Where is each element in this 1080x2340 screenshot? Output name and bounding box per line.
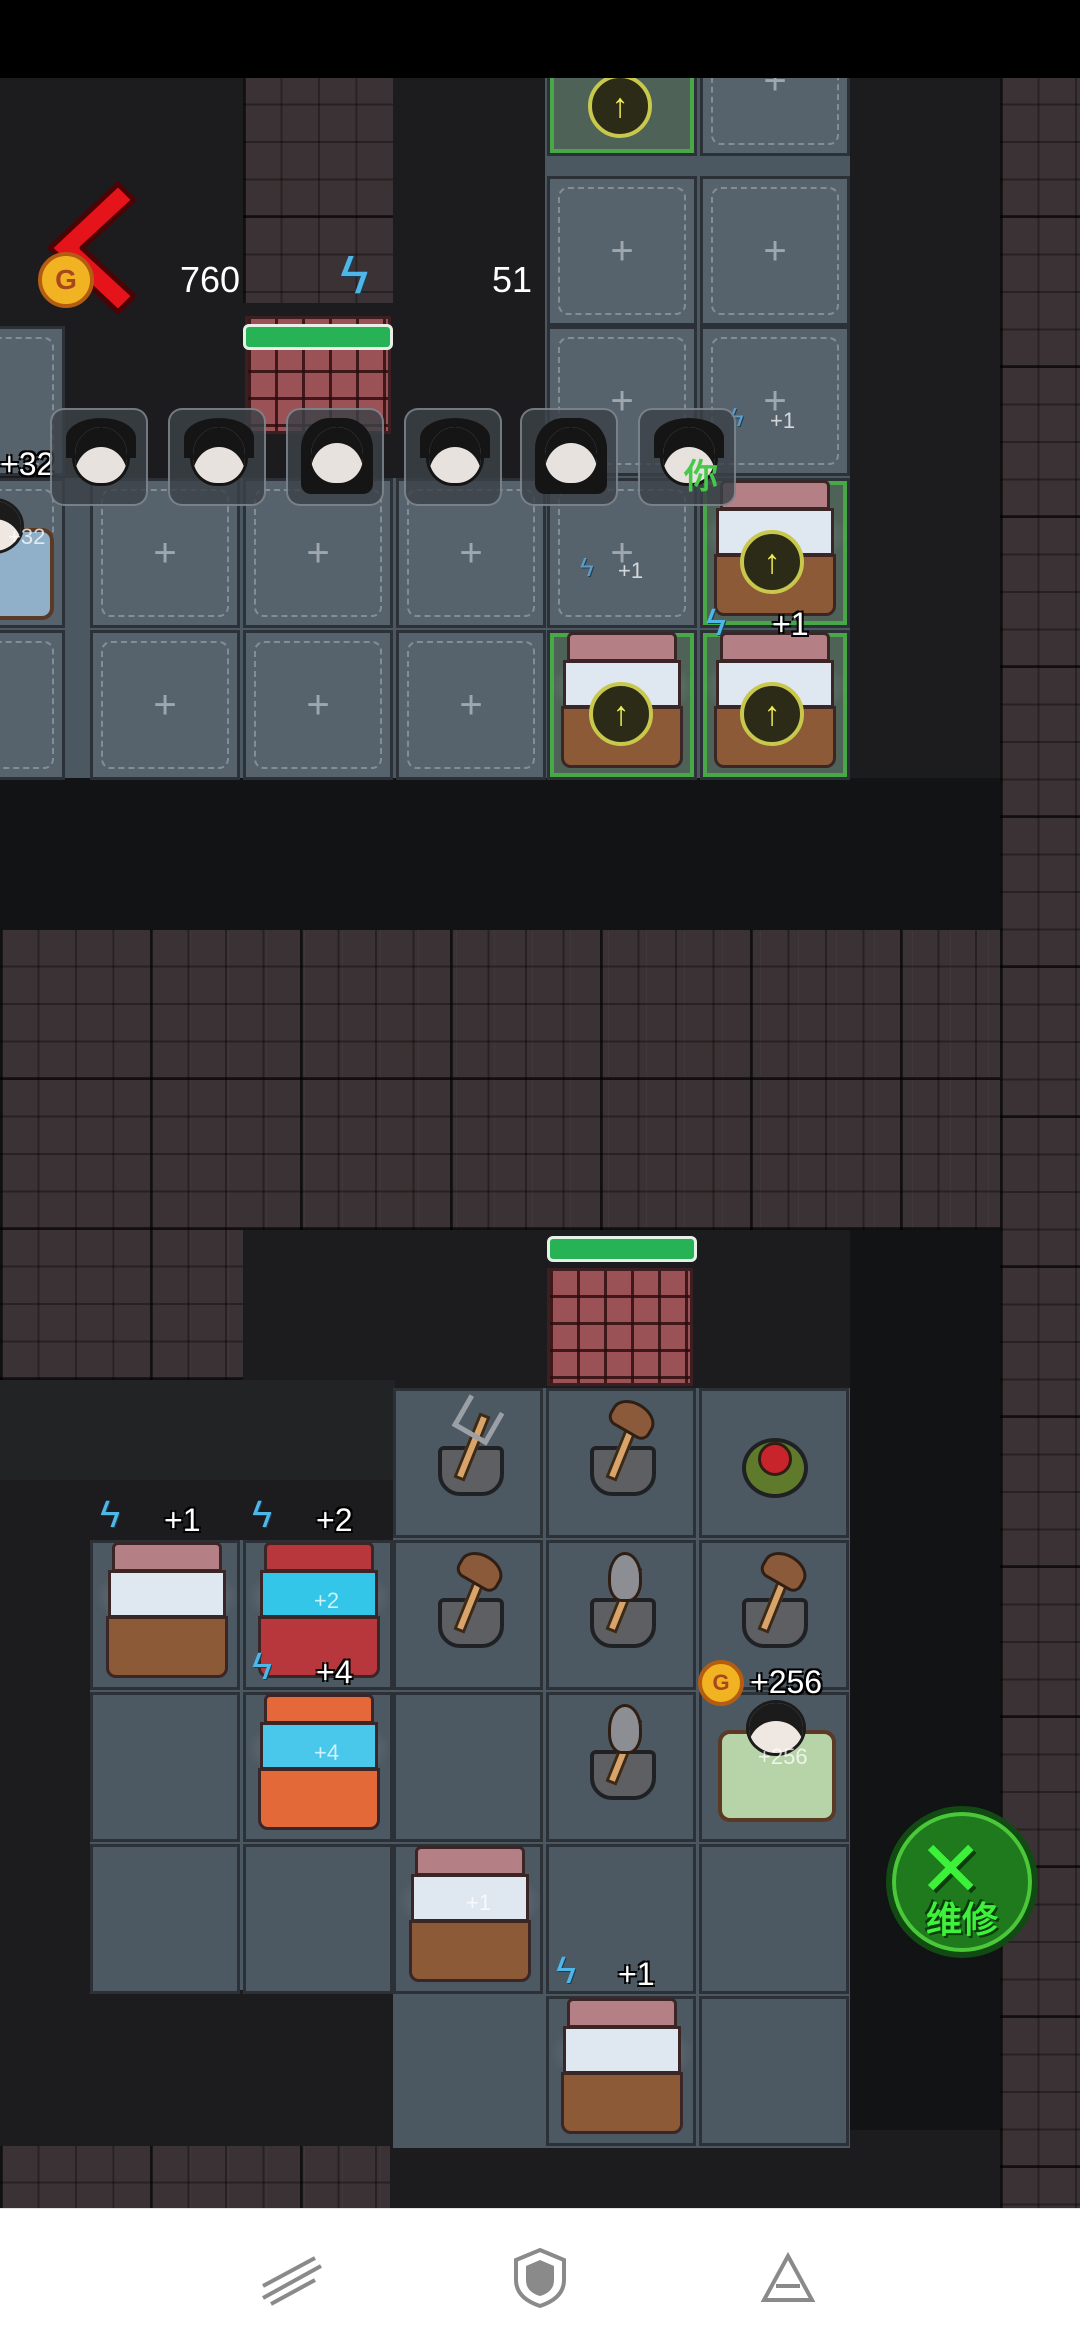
system-navigation-bar [0,2208,1080,2340]
slash-lines-icon [262,2256,322,2306]
coin-icon: G [38,252,94,308]
energy-gain-label: +1 [770,408,796,433]
broom-bucket-icon[interactable] [732,1544,818,1650]
shield-icon [514,2247,566,2309]
player-bed[interactable] [0,498,60,628]
energy-bolt-icon: ϟ [100,1494,121,1536]
energy-gain-label: +4 [314,1740,340,1765]
energy-counter: 51 [492,259,533,300]
energy-bolt-icon: ϟ [252,1646,273,1688]
door-health-bar [243,324,393,350]
empty-build-slot[interactable] [90,630,240,780]
floor-tile[interactable] [90,1692,240,1842]
energy-gain-label: +1 [164,1502,201,1538]
empty-build-slot[interactable] [396,630,546,780]
potion-flask-icon[interactable] [732,1408,818,1498]
repair-button[interactable]: ✕ 维修 [886,1806,1038,1958]
empty-build-slot[interactable] [0,630,65,780]
nav-back-button[interactable] [748,2243,828,2313]
coin-gain-label: +32 [8,524,46,549]
empty-build-slot[interactable] [700,78,850,156]
brick-wall-top-left [243,78,393,303]
energy-bolt-icon: ϟ [556,1950,577,1992]
broom-bucket-icon[interactable] [428,1544,514,1650]
lower-room-door[interactable] [547,1268,693,1386]
arcade-machine[interactable] [94,1542,240,1682]
energy-bolt-icon: ϟ [706,602,727,644]
energy-bolt-icon: ϟ [580,552,594,582]
arcade-machine[interactable] [549,1998,695,2138]
energy-gain-label: +1 [466,1890,492,1915]
energy-gain-label: +1 [618,558,644,583]
coin-gain-label: +256 [750,1664,823,1700]
upgrade-arrow-icon[interactable]: ↑ [740,682,804,746]
floor-tile[interactable] [243,1844,393,1994]
empty-build-slot[interactable] [243,630,393,780]
player-avatar[interactable] [286,408,384,506]
repair-label: 维修 [925,1899,998,1940]
coin-icon: G [698,1660,744,1706]
player-avatar-self[interactable]: 你 [638,408,736,506]
triangle-icon [760,2251,816,2302]
upgrade-arrow-icon[interactable]: ↑ [740,530,804,594]
player-avatar[interactable] [520,408,618,506]
coin-gain-label: +32 [0,446,55,482]
energy-gain-label: +2 [316,1502,353,1538]
nav-recents-button[interactable] [252,2243,332,2313]
game-map[interactable]: ↑ ↑ ↑ ↑ ϟ +1 ϟ +1 ϟ +1 +32 +32 [0,78,1080,2208]
player-avatar[interactable] [168,408,266,506]
player-avatar[interactable] [404,408,502,506]
corridor-lower-left [0,1380,395,1480]
brick-wall-middle [0,930,1000,1230]
energy-gain-label: +1 [772,606,809,642]
floor-tile[interactable] [90,1844,240,1994]
broom-bucket-icon[interactable] [580,1392,666,1498]
energy-gain-label: +1 [618,1956,655,1992]
coin-gain-label: +256 [758,1744,808,1769]
coin-counter: 760 [180,259,241,300]
player-avatar[interactable] [50,408,148,506]
energy-gain-label: +4 [316,1654,353,1690]
shovel-bucket-icon[interactable] [580,1704,666,1802]
brick-wall-bottom [0,2146,390,2208]
energy-gain-label: +2 [314,1588,340,1613]
nav-home-button[interactable] [500,2243,580,2313]
energy-bolt-icon: ϟ [252,1494,273,1536]
you-tag: 你 [684,458,718,496]
empty-build-slot[interactable] [700,176,850,326]
floor-tile[interactable] [393,1692,543,1842]
door-health-bar [547,1236,697,1262]
corridor-upper [0,778,1000,930]
energy-icon: ϟ [340,245,369,305]
pitchfork-bucket-icon[interactable] [428,1394,514,1498]
floor-tile[interactable] [699,1844,849,1994]
floor-tile[interactable] [699,1996,849,2146]
empty-build-slot[interactable] [547,176,697,326]
corridor-right [850,1230,1000,2130]
arcade-machine[interactable] [397,1846,543,1986]
brick-wall-left-mid [0,1230,243,1380]
upgrade-arrow-icon[interactable]: ↑ [589,682,653,746]
wrench-icon: ✕ [918,1825,984,1913]
shovel-bucket-icon[interactable] [580,1552,666,1650]
